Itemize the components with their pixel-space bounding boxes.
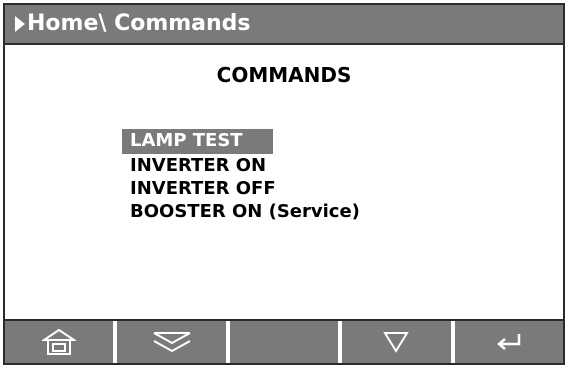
page-title: COMMANDS	[216, 63, 352, 87]
menu-item-lamp-test[interactable]: LAMP TEST	[122, 129, 273, 154]
down-triangle-icon	[383, 332, 410, 353]
double-chevron-down-icon	[153, 332, 191, 353]
menu-item-inverter-off[interactable]: INVERTER OFF	[122, 178, 284, 199]
softkey-enter[interactable]	[455, 321, 563, 363]
title-bar: Home\ Commands	[5, 5, 563, 45]
display-screen: Home\ Commands COMMANDS LAMP TEST INVERT…	[3, 3, 565, 365]
menu-item-booster-on[interactable]: BOOSTER ON (Service)	[122, 201, 368, 222]
content-area: COMMANDS LAMP TEST INVERTER ON INVERTER …	[5, 45, 563, 319]
enter-icon	[496, 334, 521, 350]
softkey-home[interactable]	[5, 321, 118, 363]
home-icon	[42, 328, 77, 355]
breadcrumb: Home\ Commands	[27, 11, 251, 36]
menu-item-inverter-on[interactable]: INVERTER ON	[122, 155, 274, 176]
command-menu: LAMP TEST INVERTER ON INVERTER OFF BOOST…	[122, 129, 368, 223]
softkey-page-down[interactable]	[117, 321, 230, 363]
softkey-empty[interactable]	[230, 321, 343, 363]
softkey-bar	[5, 319, 563, 363]
play-arrow-icon	[15, 16, 25, 32]
softkey-down[interactable]	[342, 321, 455, 363]
